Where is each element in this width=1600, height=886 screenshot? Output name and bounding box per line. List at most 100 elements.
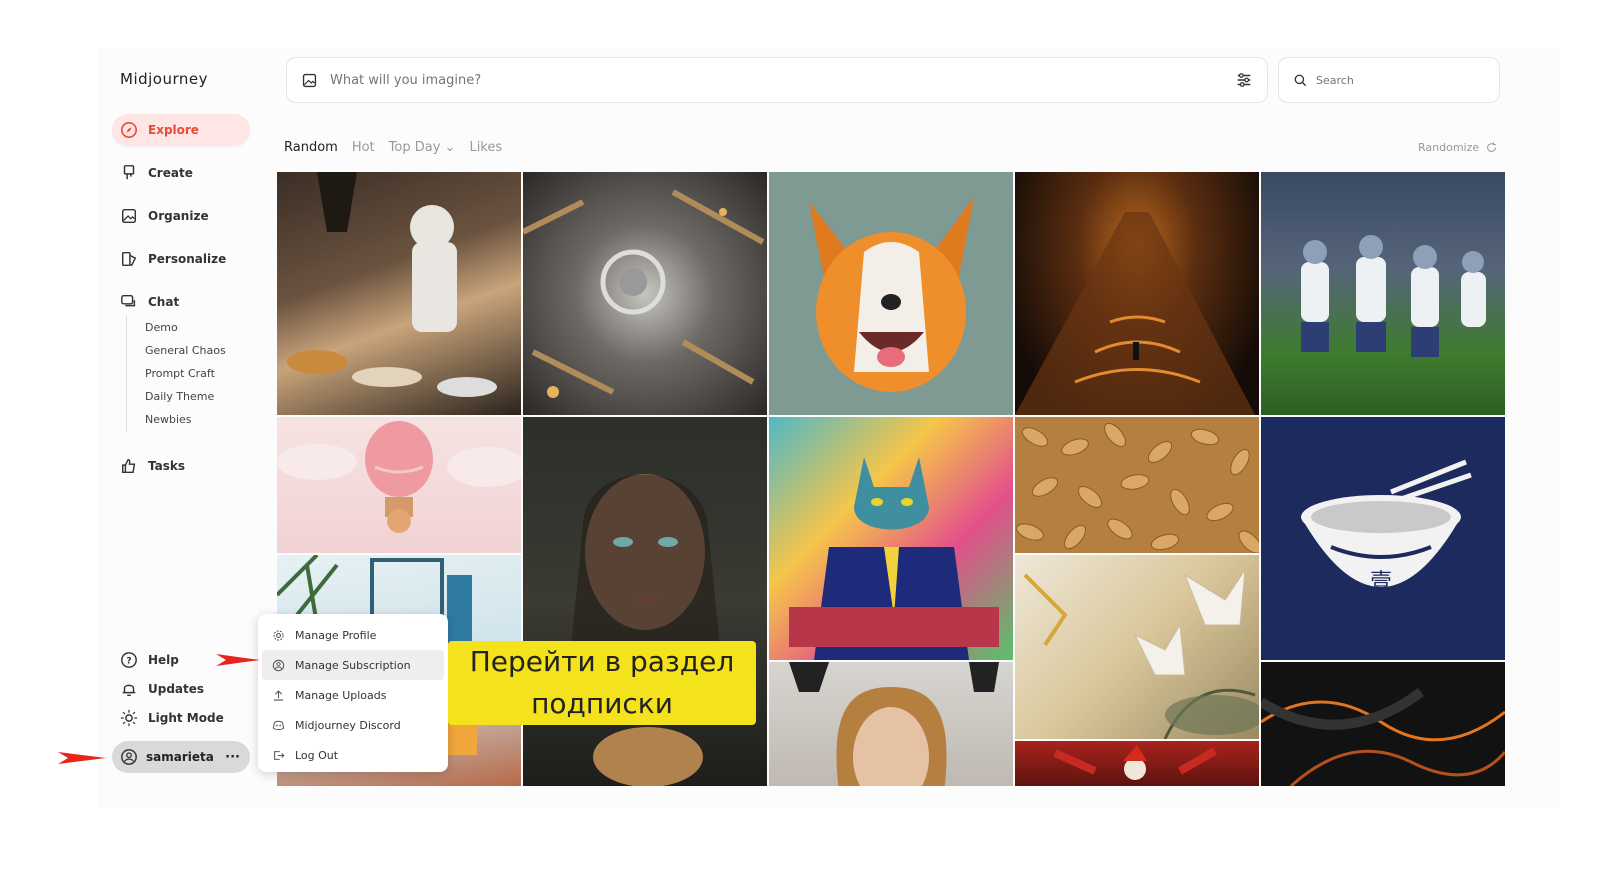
svg-text:壹: 壹 bbox=[1370, 570, 1392, 595]
randomize-label: Randomize bbox=[1418, 141, 1480, 154]
light-mode-toggle[interactable]: Light Mode bbox=[120, 709, 224, 727]
help-label: Help bbox=[148, 653, 179, 667]
chat-room-newbies[interactable]: Newbies bbox=[145, 408, 226, 431]
menu-log-out[interactable]: Log Out bbox=[262, 740, 444, 770]
noodle-bowl-illustration: 壹 bbox=[1301, 459, 1472, 595]
gallery-image-machinery[interactable] bbox=[523, 172, 767, 415]
nav-chat[interactable]: Chat bbox=[112, 286, 250, 318]
gallery-image-maze[interactable] bbox=[1015, 172, 1259, 415]
nav-label: Tasks bbox=[148, 459, 186, 473]
machinery-illustration bbox=[523, 189, 765, 398]
nav-personalize[interactable]: Personalize bbox=[112, 243, 250, 275]
chat-icon bbox=[121, 294, 136, 307]
grain-illustration bbox=[1016, 422, 1259, 553]
annotation-callout: Перейти в раздел подписки bbox=[448, 641, 756, 725]
chat-room-list: Demo General Chaos Prompt Craft Daily Th… bbox=[126, 316, 226, 432]
feed-tabs: Random Hot Top Day ⌄ Likes bbox=[284, 140, 502, 155]
image-icon bbox=[121, 208, 137, 224]
football-illustration bbox=[1301, 235, 1486, 357]
corgi-illustration bbox=[809, 197, 974, 392]
menu-manage-subscription[interactable]: Manage Subscription bbox=[262, 650, 444, 680]
nav-label: Personalize bbox=[148, 252, 227, 266]
prompt-input[interactable] bbox=[330, 72, 1235, 88]
refresh-icon bbox=[1487, 142, 1497, 153]
nav-tasks[interactable]: Tasks bbox=[112, 450, 250, 482]
gallery-image-noodle-bowl[interactable]: 壹 bbox=[1261, 417, 1505, 660]
sun-icon bbox=[120, 709, 138, 727]
menu-manage-uploads[interactable]: Manage Uploads bbox=[262, 680, 444, 710]
settings-sliders-icon[interactable] bbox=[1235, 71, 1253, 89]
gallery-image-santa[interactable] bbox=[1015, 741, 1259, 786]
sidebar: Midjourney Explore Create Organize Perso… bbox=[98, 48, 268, 808]
search-input[interactable] bbox=[1316, 73, 1461, 87]
gallery-image-cat-suit[interactable] bbox=[769, 417, 1013, 660]
brand-logo[interactable]: Midjourney bbox=[120, 70, 208, 88]
svg-text:?: ? bbox=[126, 657, 131, 667]
gallery-image-grain[interactable] bbox=[1015, 417, 1259, 553]
randomize-button[interactable]: Randomize bbox=[1418, 141, 1498, 154]
annotation-arrow-user bbox=[58, 752, 106, 764]
user-menu: Manage Profile Manage Subscription Manag… bbox=[258, 614, 448, 772]
upload-icon bbox=[273, 689, 284, 701]
portrait-illustration bbox=[568, 474, 723, 786]
chat-room-daily-theme[interactable]: Daily Theme bbox=[145, 385, 226, 408]
abstract-waves-illustration bbox=[1261, 687, 1505, 786]
gallery-image-football[interactable] bbox=[1261, 172, 1505, 415]
gallery-image-lotus[interactable] bbox=[1015, 555, 1259, 739]
santa-illustration bbox=[1053, 745, 1217, 780]
personalize-icon bbox=[121, 251, 137, 267]
tab-top-day-label: Top Day bbox=[388, 140, 441, 155]
help-button[interactable]: ? Help bbox=[120, 651, 179, 669]
nav-label: Chat bbox=[148, 295, 180, 309]
tab-random[interactable]: Random bbox=[284, 140, 338, 155]
tab-hot[interactable]: Hot bbox=[352, 140, 375, 155]
gallery-image-chef[interactable] bbox=[277, 172, 521, 415]
menu-label: Midjourney Discord bbox=[295, 718, 401, 732]
callout-line-2: подписки bbox=[531, 687, 673, 720]
search-box bbox=[1278, 57, 1500, 103]
username: samarieta bbox=[146, 750, 214, 764]
lotus-illustration bbox=[1023, 569, 1259, 739]
menu-label: Log Out bbox=[295, 748, 339, 762]
tab-top-day[interactable]: Top Day ⌄ bbox=[389, 140, 456, 155]
bell-icon bbox=[122, 684, 136, 697]
chef-illustration bbox=[287, 172, 497, 397]
image-icon[interactable] bbox=[301, 72, 318, 89]
callout-line-1: Перейти в раздел bbox=[469, 645, 735, 678]
prompt-bar bbox=[286, 57, 1268, 103]
nav-create[interactable]: Create bbox=[112, 157, 250, 189]
nav-explore[interactable]: Explore bbox=[112, 114, 250, 146]
menu-label: Manage Subscription bbox=[295, 658, 411, 672]
menu-midjourney-discord[interactable]: Midjourney Discord bbox=[262, 710, 444, 740]
balloon-illustration bbox=[277, 421, 521, 533]
user-circle-icon bbox=[121, 749, 137, 765]
compass-icon bbox=[120, 121, 138, 139]
updates-button[interactable]: Updates bbox=[120, 680, 204, 698]
maze-illustration bbox=[1015, 212, 1255, 415]
more-options-icon[interactable]: ··· bbox=[225, 750, 240, 765]
chat-room-general-chaos[interactable]: General Chaos bbox=[145, 339, 226, 362]
user-account-button[interactable]: samarieta ··· bbox=[112, 741, 250, 773]
chat-room-prompt-craft[interactable]: Prompt Craft bbox=[145, 362, 226, 385]
chevron-down-icon: ⌄ bbox=[444, 140, 456, 155]
menu-label: Manage Uploads bbox=[295, 688, 387, 702]
gallery-image-woman-smile[interactable] bbox=[769, 662, 1013, 786]
menu-label: Manage Profile bbox=[295, 628, 377, 642]
cat-suit-illustration bbox=[789, 457, 999, 660]
gallery-image-balloon[interactable] bbox=[277, 417, 521, 553]
nav-organize[interactable]: Organize bbox=[112, 200, 250, 232]
help-icon: ? bbox=[121, 652, 137, 668]
tab-likes[interactable]: Likes bbox=[469, 140, 502, 155]
gallery-image-woman-portrait[interactable] bbox=[523, 417, 767, 786]
woman-smile-illustration bbox=[789, 662, 999, 786]
gallery-image-corgi[interactable] bbox=[769, 172, 1013, 415]
gallery-image-abstract-waves[interactable] bbox=[1261, 662, 1505, 786]
nav-label: Create bbox=[148, 166, 193, 180]
brush-icon bbox=[123, 165, 135, 180]
updates-label: Updates bbox=[148, 682, 205, 696]
search-icon bbox=[1294, 74, 1307, 86]
light-mode-label: Light Mode bbox=[148, 711, 224, 725]
chat-room-demo[interactable]: Demo bbox=[145, 316, 226, 339]
thumbs-up-icon bbox=[121, 458, 136, 474]
menu-manage-profile[interactable]: Manage Profile bbox=[262, 620, 444, 650]
